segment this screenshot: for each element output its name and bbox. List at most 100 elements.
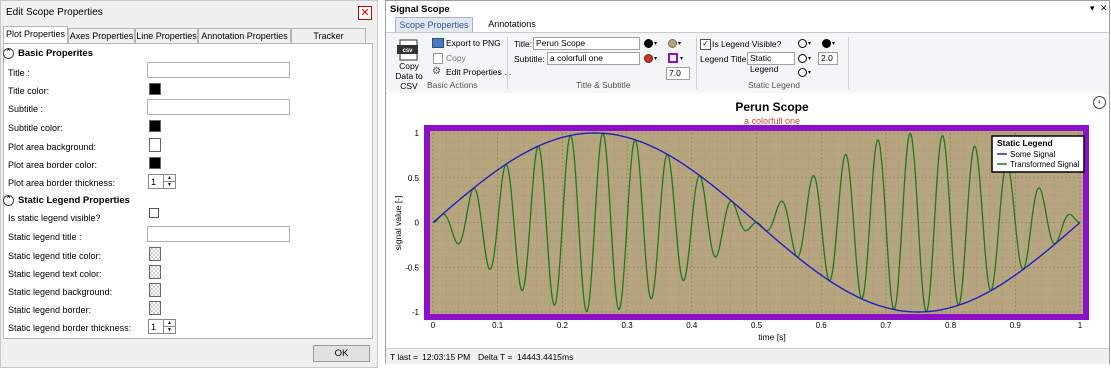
dialog-close-button[interactable]: ✕ xyxy=(358,6,372,20)
legend-color-picker[interactable] xyxy=(798,39,807,48)
legend-border-thickness-label: Static legend border thickness: xyxy=(8,323,132,333)
legend-border-size-input[interactable]: 2.0 xyxy=(818,52,838,65)
legend-text-color-label: Static legend text color: xyxy=(8,269,102,279)
tab-axes-properties[interactable]: Axes Properties xyxy=(68,28,135,43)
tab-annotations[interactable]: Annotations xyxy=(482,17,542,32)
subtitle-color-label: Subtitle color: xyxy=(8,123,63,133)
down-arrow-icon[interactable]: ▼ xyxy=(164,182,175,188)
chart-area[interactable]: Perun Scope a colorfull one 0 0.1 0.2 0.3 0.… xyxy=(387,93,1108,346)
legend-border-swatch[interactable] xyxy=(149,301,161,315)
legend-item-transformed-signal: Transformed Signal xyxy=(1010,160,1080,169)
scope-chart[interactable]: Perun Scope a colorfull one 0 0.1 0.2 0.3 0.… xyxy=(387,93,1108,346)
legend-bg-swatch[interactable] xyxy=(149,283,161,297)
tab-scope-properties[interactable]: Scope Properties xyxy=(395,17,473,32)
plot-bg-swatch[interactable] xyxy=(149,138,161,152)
subtitle-color-picker[interactable] xyxy=(644,54,653,63)
chevron-down-icon[interactable]: ▾ xyxy=(808,40,811,47)
tab-line-properties[interactable]: Line Properties xyxy=(135,28,198,43)
up-arrow-icon[interactable]: ▲ xyxy=(164,320,175,327)
delta-t-value: 14443.4415 xyxy=(517,352,562,362)
tab-annotation-properties[interactable]: Annotation Properties xyxy=(198,28,291,43)
chevron-down-icon[interactable]: ▾ xyxy=(808,55,811,62)
chevron-down-icon[interactable]: ▾ xyxy=(654,40,657,47)
x-tick-label: 0.4 xyxy=(686,321,698,330)
stepper-arrows[interactable]: ▲ ▼ xyxy=(163,175,175,188)
legend-border-thickness-stepper[interactable]: 1 ▲ ▼ xyxy=(148,319,176,334)
legend-title-color-swatch[interactable] xyxy=(149,247,161,261)
tab-tracker-properties[interactable]: Tracker Properties xyxy=(291,28,366,56)
y-axis-label: signal value [-] xyxy=(393,196,403,251)
chevron-down-icon[interactable]: ▾ xyxy=(678,40,681,47)
subtitle-label: Subtitle : xyxy=(8,104,44,114)
chevron-down-icon[interactable]: ▾ xyxy=(808,69,811,76)
section-basic-properties[interactable]: ⌃ Basic Properites xyxy=(3,48,93,59)
collapse-icon[interactable]: ⌃ xyxy=(3,195,14,206)
plot-border-thickness-label: Plot area border thickness: xyxy=(8,178,116,188)
chevron-down-icon[interactable]: ▾ xyxy=(680,55,683,62)
x-tick-label: 0.8 xyxy=(945,321,957,330)
y-tick-label: -0.5 xyxy=(405,263,419,272)
y-tick-label: -1 xyxy=(412,308,420,317)
chevron-down-icon[interactable]: ▾ xyxy=(654,55,657,62)
title-color-label: Title color: xyxy=(8,86,50,96)
ribbon-separator xyxy=(848,37,849,89)
dialog-title: Edit Scope Properties xyxy=(6,7,103,18)
up-arrow-icon[interactable]: ▲ xyxy=(164,175,175,182)
title-input[interactable]: Perun Scope xyxy=(533,37,640,50)
ok-button[interactable]: OK xyxy=(313,345,370,362)
legend-text-color-picker[interactable] xyxy=(822,39,831,48)
edit-properties-button[interactable]: Edit Properties ... xyxy=(446,67,511,77)
y-tick-label: 1 xyxy=(415,129,420,138)
close-icon[interactable]: ✕ xyxy=(1100,3,1108,14)
x-tick-label: 0.9 xyxy=(1010,321,1022,330)
subtitle-input[interactable]: a colorfull one xyxy=(547,52,640,65)
collapse-icon[interactable]: ⌃ xyxy=(3,48,14,59)
pin-icon[interactable]: ▾ xyxy=(1090,3,1095,14)
legend-border-label: Static legend border: xyxy=(8,305,92,315)
static-legend: Static Legend Some Signal Transformed Si… xyxy=(991,135,1085,173)
copy-csv-button[interactable]: Copy Data to CSV xyxy=(390,61,428,91)
t-last-label: T last = xyxy=(390,352,418,362)
border-color-picker[interactable] xyxy=(668,53,678,63)
signal-scope-window: Signal Scope ▾ ✕ Scope Properties Annota… xyxy=(385,0,1110,364)
down-arrow-icon[interactable]: ▼ xyxy=(164,327,175,333)
subtitle-label: Subtitle: xyxy=(514,54,545,64)
chart-subtitle: a colorfull one xyxy=(744,116,800,126)
legend-text-color-swatch[interactable] xyxy=(149,265,161,279)
collapse-panel-icon[interactable]: ‹ xyxy=(1093,96,1106,109)
title-color-picker[interactable] xyxy=(644,39,653,48)
copy-icon[interactable] xyxy=(433,53,443,64)
legend-border-picker[interactable] xyxy=(798,68,807,77)
window-title: Signal Scope xyxy=(390,4,450,15)
chevron-down-icon[interactable]: ▾ xyxy=(832,40,835,47)
legend-title-label: Static legend title : xyxy=(8,232,82,242)
legend-bg-picker[interactable] xyxy=(798,54,807,63)
title-label: Title: xyxy=(514,39,533,49)
legend-visible-checkbox[interactable]: ✓ xyxy=(700,39,711,50)
title-input[interactable] xyxy=(147,62,290,78)
plot-border-color-swatch[interactable] xyxy=(149,157,161,169)
tab-plot-properties[interactable]: Plot Properties xyxy=(3,26,68,43)
font-size-input[interactable]: 7.0 xyxy=(666,67,690,80)
title-color-swatch[interactable] xyxy=(149,83,161,95)
legend-visible-checkbox[interactable] xyxy=(149,208,159,218)
subtitle-input[interactable] xyxy=(147,99,290,115)
plot-border-color-label: Plot area border color: xyxy=(8,160,98,170)
x-tick-label: 0.5 xyxy=(751,321,763,330)
export-png-icon[interactable] xyxy=(432,38,444,48)
stepper-value: 1 xyxy=(151,322,157,332)
legend-visible-label: Is static legend visible? xyxy=(8,213,101,223)
copy-button[interactable]: Copy xyxy=(446,53,466,63)
title-bg-picker[interactable] xyxy=(668,39,677,48)
legend-title-input[interactable]: Static Legend xyxy=(747,52,795,74)
plot-border-thickness-stepper[interactable]: 1 ▲ ▼ xyxy=(148,174,176,189)
gear-icon[interactable]: ⚙ xyxy=(432,66,441,77)
group-static-legend: Static Legend xyxy=(748,80,800,90)
stepper-arrows[interactable]: ▲ ▼ xyxy=(163,320,175,333)
export-png-button[interactable]: Export to PNG xyxy=(446,38,501,48)
section-static-legend[interactable]: ⌃ Static Legend Properties xyxy=(3,195,130,206)
legend-title-input[interactable] xyxy=(147,226,290,242)
title-label: Title : xyxy=(8,68,30,78)
subtitle-color-swatch[interactable] xyxy=(149,120,161,132)
csv-icon[interactable]: csv xyxy=(395,37,421,63)
